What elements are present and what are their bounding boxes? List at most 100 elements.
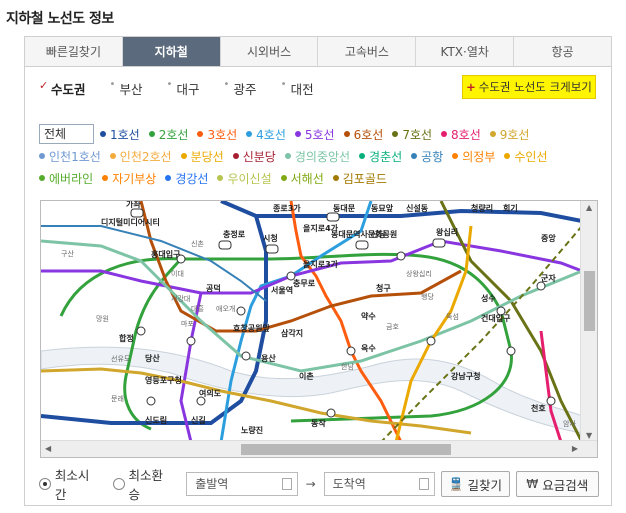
line-item[interactable]: 2호선: [148, 126, 188, 143]
line-dot-icon: [452, 153, 459, 159]
station-label: 암사: [563, 419, 576, 428]
station-marker: [326, 408, 336, 418]
fare-search-button[interactable]: ₩ 요금검색: [515, 471, 599, 497]
line-item[interactable]: 의정부: [452, 148, 495, 165]
map-vertical-scrollbar[interactable]: ▲ ▼: [580, 201, 597, 442]
station-label: 애오개: [216, 304, 235, 313]
station-label: 망원: [96, 314, 109, 323]
keyboard-icon[interactable]: [281, 478, 292, 490]
departure-input[interactable]: 출발역: [186, 472, 298, 496]
line-dot-icon: [441, 131, 448, 137]
tab-fast-route[interactable]: 빠른길찾기: [25, 37, 123, 66]
line-item[interactable]: 분당선: [180, 148, 224, 165]
map-horizontal-scrollbar[interactable]: ◀ ▶: [41, 440, 597, 457]
station-label: 중앙: [541, 233, 556, 243]
departure-placeholder: 출발역: [195, 477, 229, 491]
station-label: 신도림: [145, 415, 167, 425]
line-dot-icon: [504, 153, 511, 159]
option-min-transfer[interactable]: 최소환승: [112, 465, 175, 503]
scroll-down-icon[interactable]: ▼: [586, 431, 592, 440]
tab-intercity-bus[interactable]: 시외버스: [221, 37, 319, 66]
line-item[interactable]: 7호선: [392, 126, 432, 143]
station-label: 여의도: [199, 388, 222, 398]
station-label: 당산: [145, 353, 160, 363]
region-gwangju[interactable]: 광주: [224, 79, 257, 98]
line-item[interactable]: 신분당: [232, 148, 276, 165]
station-label: 행당: [421, 292, 434, 301]
transport-tabs: 빠른길찾기 지하철 시외버스 고속버스 KTX·열차 항공: [25, 37, 611, 67]
line-item[interactable]: 서해선: [280, 170, 324, 187]
line-item[interactable]: 9호선: [489, 126, 529, 143]
station-label: 서강대: [171, 294, 190, 303]
station-label: 신설동: [406, 203, 429, 213]
line-item[interactable]: 1호선: [100, 126, 140, 143]
tab-subway[interactable]: 지하철: [122, 37, 221, 66]
station-label: 청량리: [471, 203, 493, 213]
station-label: 서울역: [271, 285, 293, 295]
station-marker: [186, 336, 196, 346]
scroll-up-icon[interactable]: ▲: [586, 203, 592, 212]
station-label: 마포: [181, 319, 194, 328]
subway-train-icon: 🚆: [448, 477, 464, 491]
region-capital[interactable]: 수도권: [39, 79, 85, 98]
line-item[interactable]: 인천2호선: [109, 148, 172, 165]
line-item[interactable]: 공항: [411, 148, 443, 165]
line-item[interactable]: 5호선: [294, 126, 335, 143]
line-item[interactable]: 4호선: [246, 126, 286, 143]
tab-air[interactable]: 항공: [514, 37, 611, 66]
tab-ktx-train[interactable]: KTX·열차: [416, 37, 515, 66]
station-marker: [218, 240, 232, 250]
station-label: 군자: [541, 273, 556, 283]
map-horizontal-thumb[interactable]: [241, 444, 451, 455]
scroll-left-icon[interactable]: ◀: [45, 444, 51, 453]
line-item[interactable]: 자기부상: [102, 170, 156, 187]
arrival-input[interactable]: 도착역: [323, 472, 435, 496]
station-label: 신촌: [191, 239, 204, 248]
line-item[interactable]: 김포골드: [332, 170, 387, 187]
station-label: 이대: [171, 269, 184, 278]
line-dot-icon: [284, 153, 291, 159]
station-marker: [396, 251, 406, 261]
plus-icon: +: [466, 80, 476, 94]
radio-selected-icon: [39, 478, 51, 490]
region-daegu[interactable]: 대구: [167, 79, 200, 98]
find-route-button[interactable]: 🚆 길찾기: [440, 471, 510, 497]
option-min-time[interactable]: 최소시간: [39, 465, 101, 503]
line-dot-icon: [343, 131, 350, 137]
station-label: 회기: [503, 203, 518, 213]
station-label: 동묘앞: [371, 203, 394, 213]
station-marker: [241, 351, 251, 361]
station-marker: [326, 212, 340, 222]
scroll-right-icon[interactable]: ▶: [572, 444, 578, 453]
line-item[interactable]: 6호선: [343, 126, 383, 143]
station-label: 노량진: [241, 425, 263, 435]
station-label: 공덕: [206, 283, 221, 293]
line-dot-icon: [148, 131, 155, 137]
station-label: 대흥: [191, 304, 204, 313]
station-label: 한남: [341, 362, 354, 371]
map-vertical-thumb[interactable]: [584, 271, 595, 331]
line-item[interactable]: 인천1호선: [39, 148, 101, 165]
big-map-button[interactable]: + 수도권 노선도 크게보기: [462, 75, 596, 99]
station-label: 상왕십리: [406, 269, 432, 278]
region-busan[interactable]: 부산: [110, 79, 143, 98]
subway-panel: 빠른길찾기 지하철 시외버스 고속버스 KTX·열차 항공 수도권 부산 대구 …: [24, 36, 612, 506]
line-item[interactable]: 경의중앙선: [284, 148, 350, 165]
line-item[interactable]: 3호선: [197, 126, 237, 143]
region-daejeon[interactable]: 대전: [281, 79, 314, 98]
subway-map[interactable]: 가좌 디지털미디어시티 홍대입구 합정 당산 영등포구청 신도림 충정로 시청 …: [40, 200, 598, 458]
line-item[interactable]: 수인선: [504, 148, 548, 165]
line-item[interactable]: 우이신설: [217, 170, 272, 187]
line-select[interactable]: 전체: [39, 124, 94, 144]
line-item[interactable]: 경강선: [165, 170, 208, 187]
option-min-transfer-label: 최소환승: [128, 468, 164, 502]
station-label: 문래: [111, 394, 124, 403]
station-label: 신당: [371, 229, 386, 239]
station-label: 건대입구: [481, 313, 511, 323]
keyboard-icon[interactable]: [418, 478, 429, 490]
line-item[interactable]: 경춘선: [359, 148, 402, 165]
line-item[interactable]: 8호선: [441, 126, 481, 143]
line-item[interactable]: 에버라인: [39, 170, 93, 187]
tab-express-bus[interactable]: 고속버스: [318, 37, 417, 66]
line-dot-icon: [392, 131, 399, 137]
